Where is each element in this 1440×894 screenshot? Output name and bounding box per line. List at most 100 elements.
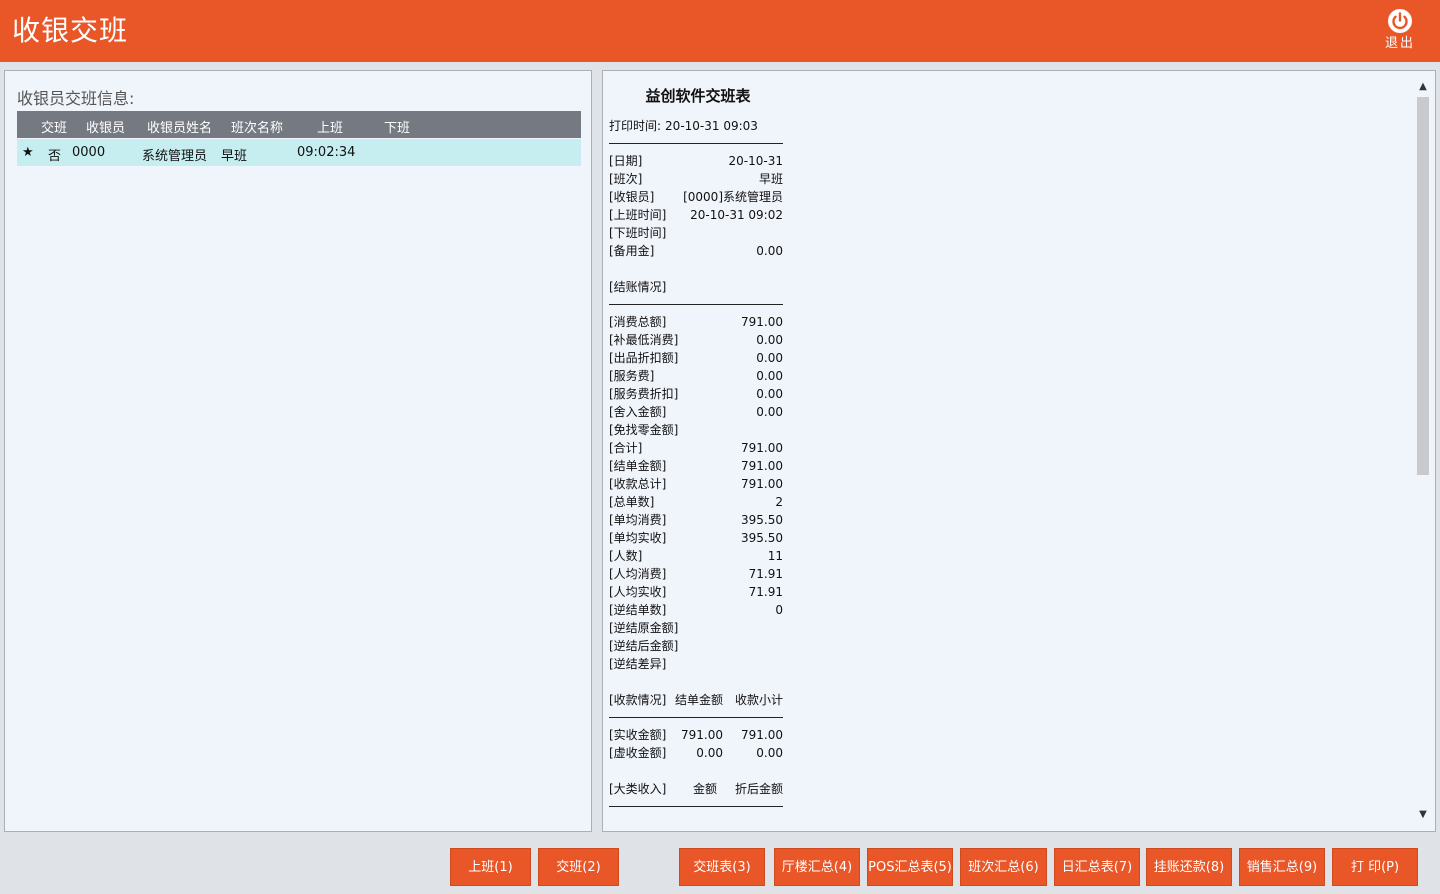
settle-line-label: [人均实收] <box>609 585 667 599</box>
cell-on-time: 09:02:34 <box>297 145 356 160</box>
settle-line: [消费总额] 791.00 <box>609 313 783 331</box>
settle-line-label: [合计] <box>609 441 643 455</box>
settle-line: [合计] 791.00 <box>609 439 783 457</box>
info-line: [备用金] 0.00 <box>609 242 783 260</box>
settle-line: [人均实收] 71.91 <box>609 583 783 601</box>
handover-report-button[interactable]: 交班表(3) <box>679 848 765 886</box>
col-handover[interactable]: 交班 <box>41 117 67 136</box>
print-time-label: 打印时间: <box>609 119 662 133</box>
settle-line-label: [出品折扣额] <box>609 351 679 365</box>
info-line: [日期] 20-10-31 <box>609 152 783 170</box>
settle-line: [服务费] 0.00 <box>609 367 783 385</box>
daily-summary-button[interactable]: 日汇总表(7) <box>1054 848 1140 886</box>
shift-summary-button[interactable]: 班次汇总(6) <box>960 848 1047 886</box>
on-duty-button[interactable]: 上班(1) <box>450 848 531 886</box>
settle-line-value: 791.00 <box>741 315 783 329</box>
settle-line-label: [逆结原金额] <box>609 621 679 635</box>
settle-line-value: 0 <box>775 603 783 617</box>
pay-line: [虚收金额] 0.00 0.00 <box>609 744 783 762</box>
settle-line: [免找零金额] <box>609 421 783 439</box>
settle-line: [结单金额] 791.00 <box>609 457 783 475</box>
settle-line-label: [收款总计] <box>609 477 667 491</box>
pos-summary-button[interactable]: POS汇总表(5) <box>867 848 953 886</box>
pay-line-label: [实收金额] <box>609 728 667 742</box>
cashier-table: 交班 收银员 收银员姓名 班次名称 上班 下班 ★ 否 0000 系统管理员 早… <box>17 111 581 166</box>
settle-line: [出品折扣额] 0.00 <box>609 349 783 367</box>
settle-line-label: [单均消费] <box>609 513 667 527</box>
settle-line-label: [人均消费] <box>609 567 667 581</box>
print-button[interactable]: 打 印(P) <box>1332 848 1418 886</box>
info-line-label: [日期] <box>609 154 643 168</box>
exit-button[interactable]: 退出 <box>1376 6 1424 58</box>
app-header: 收银交班 退出 <box>0 0 1440 62</box>
report-preview-panel: 益创软件交班表 打印时间: 20-10-31 09:03 [日期] 20-10-31… <box>602 70 1436 832</box>
settle-line-value: 791.00 <box>741 477 783 491</box>
print-time-line: 打印时间: 20-10-31 09:03 <box>609 117 783 135</box>
panel-title: 收银员交班信息: <box>17 89 135 108</box>
divider <box>609 806 783 807</box>
col-on-duty[interactable]: 上班 <box>317 117 343 136</box>
row-marker-icon: ★ <box>22 145 34 160</box>
settle-line-label: [单均实收] <box>609 531 667 545</box>
info-line-label: [下班时间] <box>609 226 667 240</box>
pay-line-amount: 791.00 <box>681 728 723 742</box>
settle-line-value: 0.00 <box>756 405 783 419</box>
pay-line-subtotal: 791.00 <box>741 728 783 742</box>
settle-line-value: 71.91 <box>748 585 783 599</box>
credit-repay-button[interactable]: 挂账还款(8) <box>1146 848 1232 886</box>
divider <box>609 717 783 718</box>
scroll-down-icon[interactable]: ▼ <box>1415 807 1431 823</box>
settle-line-value: 0.00 <box>756 333 783 347</box>
vertical-scrollbar[interactable]: ▲ ▼ <box>1415 77 1431 825</box>
settle-line-value: 395.50 <box>741 531 783 545</box>
info-line-value: 20-10-31 <box>728 154 783 168</box>
col-off-duty[interactable]: 下班 <box>384 117 410 136</box>
info-line-value: 0.00 <box>756 244 783 258</box>
page-title: 收银交班 <box>12 14 129 47</box>
cell-cashier-id: 0000 <box>72 145 106 160</box>
scroll-track[interactable] <box>1417 97 1429 805</box>
settle-line: [逆结差异] <box>609 655 783 673</box>
info-line-label: [上班时间] <box>609 208 667 222</box>
info-line-label: [班次] <box>609 172 643 186</box>
settle-line-value: 791.00 <box>741 459 783 473</box>
table-row[interactable]: ★ 否 0000 系统管理员 早班 09:02:34 <box>17 139 581 166</box>
col-cashier-name[interactable]: 收银员姓名 <box>147 117 212 136</box>
handover-receipt: 益创软件交班表 打印时间: 20-10-31 09:03 [日期] 20-10-31… <box>609 85 783 815</box>
settle-line-value: 791.00 <box>741 441 783 455</box>
divider <box>609 304 783 305</box>
settle-line-label: [逆结差异] <box>609 657 667 671</box>
scroll-thumb[interactable] <box>1417 97 1429 475</box>
pay-line-subtotal: 0.00 <box>756 746 783 760</box>
settle-line-label: [免找零金额] <box>609 423 679 437</box>
settle-line-value: 395.50 <box>741 513 783 527</box>
settle-line: [人均消费] 71.91 <box>609 565 783 583</box>
settle-line-label: [舍入金额] <box>609 405 667 419</box>
settle-line-label: [消费总额] <box>609 315 667 329</box>
settle-line-value: 0.00 <box>756 351 783 365</box>
col-shift[interactable]: 班次名称 <box>231 117 283 136</box>
info-line-value: [0000]系统管理员 <box>683 190 783 204</box>
settle-line-label: [总单数] <box>609 495 655 509</box>
settle-line-label: [服务费折扣] <box>609 387 679 401</box>
hall-summary-button[interactable]: 厅楼汇总(4) <box>774 848 860 886</box>
col-cashier[interactable]: 收银员 <box>86 117 125 136</box>
power-icon <box>1388 9 1412 33</box>
cell-cashier-name: 系统管理员 <box>142 149 208 164</box>
settle-line: [单均实收] 395.50 <box>609 529 783 547</box>
sales-summary-button[interactable]: 销售汇总(9) <box>1239 848 1325 886</box>
settle-line: [逆结后金额] <box>609 637 783 655</box>
settle-line-value: 0.00 <box>756 369 783 383</box>
pay-section-header: [收款情况] 结单金额 收款小计 <box>609 693 783 707</box>
settle-line-value: 2 <box>775 495 783 509</box>
settle-line-value: 0.00 <box>756 387 783 401</box>
info-line: [收银员] [0000]系统管理员 <box>609 188 783 206</box>
cell-handover: 否 <box>48 149 62 164</box>
settle-line-label: [逆结单数] <box>609 603 667 617</box>
settle-line-label: [逆结后金额] <box>609 639 679 653</box>
handover-button[interactable]: 交班(2) <box>538 848 619 886</box>
settle-line: [总单数] 2 <box>609 493 783 511</box>
scroll-up-icon[interactable]: ▲ <box>1415 79 1431 95</box>
info-line: [下班时间] <box>609 224 783 242</box>
cashier-info-panel: 收银员交班信息: 交班 收银员 收银员姓名 班次名称 上班 下班 ★ 否 000… <box>4 70 592 832</box>
